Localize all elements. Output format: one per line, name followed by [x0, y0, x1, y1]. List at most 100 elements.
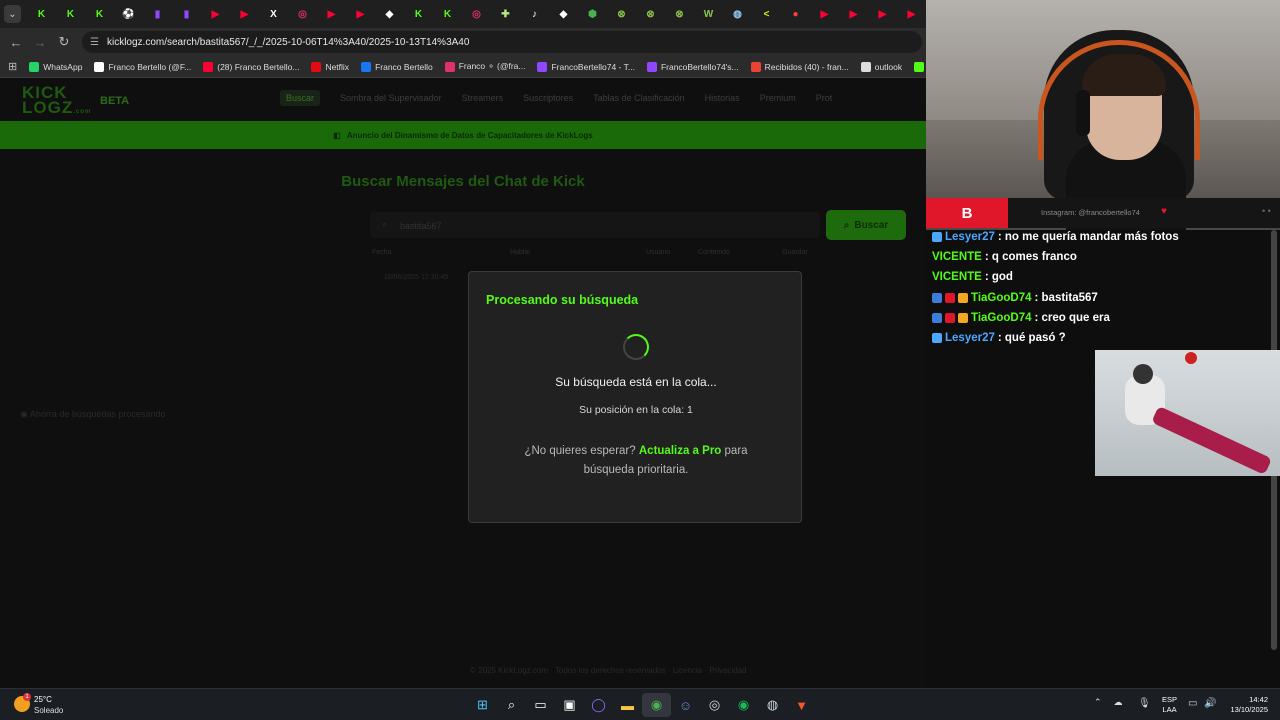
system-clock[interactable]: 14:42 13/10/2025 — [1226, 695, 1268, 715]
bookmark-item[interactable]: Franco Bertello — [361, 61, 433, 72]
pinned-tab[interactable]: ◍ — [723, 0, 752, 28]
volume-icon[interactable]: 🔊 — [1204, 698, 1216, 709]
pinned-tab[interactable]: ▶ — [317, 0, 346, 28]
bookmark-item[interactable]: FrancoBertello74 - T... — [537, 61, 635, 72]
bookmark-item[interactable]: WhatsApp — [29, 61, 82, 72]
bookmark-label: FrancoBertello74 - T... — [551, 61, 635, 72]
pinned-tab[interactable]: ▶ — [897, 0, 926, 28]
weather-icon[interactable]: 1 — [14, 693, 31, 712]
pinned-tab[interactable]: ⊗ — [607, 0, 636, 28]
bookmark-favicon-icon — [29, 61, 40, 72]
search-icon[interactable]: ⌕ — [497, 693, 526, 717]
bookmark-item[interactable]: outlook — [860, 61, 902, 72]
pinned-tab[interactable]: ● — [781, 0, 810, 28]
pinned-tab[interactable]: ▮ — [143, 0, 172, 28]
pinned-tab[interactable]: ▶ — [868, 0, 897, 28]
twitch-icon: ▮ — [154, 8, 161, 20]
pinned-tab[interactable]: K — [433, 0, 462, 28]
loading-spinner-icon — [623, 334, 649, 360]
search-input[interactable]: ⌕ bastita567 — [370, 212, 820, 238]
search-button[interactable]: ⌕ Buscar — [826, 210, 906, 240]
bookmark-item[interactable]: (28) Franco Bertello... — [203, 61, 299, 72]
processing-modal: Procesando su búsqueda Su búsqueda está … — [468, 271, 802, 523]
pinned-tab[interactable]: ▶ — [839, 0, 868, 28]
weather-condition[interactable]: Soleado — [34, 706, 63, 715]
store-icon[interactable]: ▣ — [555, 693, 584, 717]
steam-icon[interactable]: ◍ — [758, 693, 787, 717]
announcement-banner[interactable]: ◧ Anuncio del Dinamismo de Datos de Capa… — [0, 121, 926, 149]
back-arrow-icon[interactable]: ← — [4, 35, 28, 50]
chrome-icon[interactable]: ◉ — [642, 693, 671, 717]
pinned-tab[interactable]: ✚ — [491, 0, 520, 28]
pinned-tab[interactable]: ⊗ — [636, 0, 665, 28]
weather-temperature[interactable]: 25°C — [34, 695, 52, 704]
bookmark-item[interactable]: FrancoBertello74's... — [646, 61, 739, 72]
nav-item[interactable]: Tablas de Clasificación — [593, 93, 685, 106]
history-link[interactable]: ◉ Ahorra de búsquedas procesando — [20, 409, 165, 420]
nav-item[interactable]: Prot — [816, 93, 833, 106]
pinned-tab[interactable]: K — [56, 0, 85, 28]
pinned-tab[interactable]: ▶ — [810, 0, 839, 28]
chevron-up-icon[interactable]: ⌃ — [1094, 697, 1102, 708]
pinned-tab[interactable]: X — [259, 0, 288, 28]
nav-item[interactable]: Streamers — [462, 93, 504, 106]
tab-search-chevron-icon[interactable]: ⌄ — [4, 5, 21, 23]
pinned-tab[interactable]: K — [85, 0, 114, 28]
pinned-tab[interactable]: ◎ — [288, 0, 317, 28]
nav-item[interactable]: Buscar — [280, 90, 321, 106]
apps-grid-icon[interactable]: ⊞ — [8, 60, 17, 73]
bookmark-item[interactable]: Franco ⚬ (@fra... — [444, 61, 525, 72]
chat-badge-icon — [932, 293, 942, 303]
chat-username: Lesyer27 — [945, 231, 995, 243]
brave-icon[interactable]: ▼ — [787, 693, 816, 717]
bookmark-item[interactable]: Recibidos (40) - fran... — [750, 61, 849, 72]
pinned-tab[interactable]: W — [694, 0, 723, 28]
windows-taskbar: 1 25°C Soleado ⊞ ⌕ ▭ ▣ ◯ ▬ ◉ ☺ ◎ ◉ ◍ ▼ ⌃ ☁ ESP LAA … — [0, 688, 1280, 720]
file-explorer-icon[interactable]: ▬ — [613, 693, 642, 717]
cloud-icon[interactable]: ☁ — [1114, 697, 1123, 708]
bookmark-item[interactable]: Franco Bertello (@F... — [94, 61, 191, 72]
bookmark-favicon-icon — [914, 61, 925, 72]
bookmark-item[interactable]: Aler — [914, 61, 926, 72]
obs-icon[interactable]: ◎ — [700, 693, 729, 717]
task-view-icon[interactable]: ▭ — [526, 693, 555, 717]
pinned-tab[interactable]: ▶ — [201, 0, 230, 28]
nav-item[interactable]: Sombra del Supervisador — [340, 93, 442, 106]
reload-icon[interactable]: ↻ — [52, 34, 76, 50]
pinned-tab[interactable]: K — [27, 0, 56, 28]
table-row[interactable]: 10/06/2025 12:30:45 — [384, 274, 448, 281]
language-indicator[interactable]: ESP LAA — [1162, 695, 1177, 715]
forward-arrow-icon[interactable]: → — [28, 35, 52, 50]
spotify-icon[interactable]: ◉ — [729, 693, 758, 717]
microphone-icon[interactable]: 🎙 — [1138, 698, 1151, 709]
bookmark-label: Franco Bertello — [375, 61, 433, 72]
pinned-tab[interactable]: ⊗ — [665, 0, 694, 28]
pinned-tab[interactable]: ◆ — [375, 0, 404, 28]
pinned-tab[interactable]: ◎ — [462, 0, 491, 28]
bookmark-favicon-icon — [203, 61, 214, 72]
pinned-tab[interactable]: ▶ — [230, 0, 259, 28]
search-icon: ⌕ — [382, 219, 388, 229]
pinned-tab[interactable]: ▶ — [346, 0, 375, 28]
nav-item[interactable]: Suscriptores — [523, 93, 573, 106]
pinned-tab[interactable]: ▮ — [172, 0, 201, 28]
pinned-tab[interactable]: ⬢ — [578, 0, 607, 28]
pinned-tab[interactable]: ♪ — [520, 0, 549, 28]
pinned-tab[interactable]: < — [752, 0, 781, 28]
cortana-icon[interactable]: ◯ — [584, 693, 613, 717]
nav-item[interactable]: Historias — [705, 93, 740, 106]
upgrade-pro-link[interactable]: Actualiza a Pro — [639, 445, 721, 457]
chat-username: TiaGooD74 — [971, 312, 1032, 324]
nav-item[interactable]: Premium — [760, 93, 796, 106]
bookmark-item[interactable]: Netflix — [311, 61, 349, 72]
windows-start-icon[interactable]: ⊞ — [468, 693, 497, 717]
kicklogz-logo[interactable]: KICK LOGZ.com — [22, 84, 91, 120]
pinned-tab[interactable]: ◆ — [549, 0, 578, 28]
discord-icon[interactable]: ☺ — [671, 693, 700, 717]
instagram-icon: ◎ — [298, 8, 307, 20]
network-icon[interactable]: ▭ — [1188, 698, 1197, 709]
url-field[interactable]: ☰ kicklogz.com/search/bastita567/_/_/202… — [82, 31, 922, 53]
pinned-tab[interactable]: K — [404, 0, 433, 28]
pinned-tab[interactable]: ⚽ — [114, 0, 143, 28]
site-settings-icon[interactable]: ☰ — [90, 37, 99, 48]
